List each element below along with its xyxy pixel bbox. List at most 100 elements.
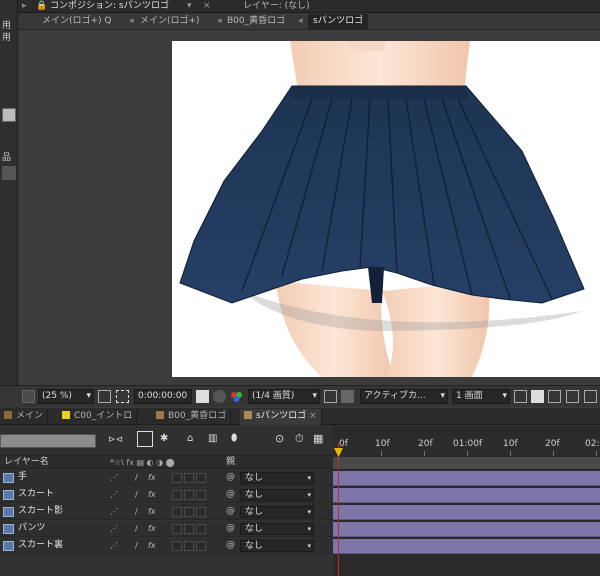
switch-box[interactable] — [196, 507, 206, 517]
breadcrumb-item-active[interactable]: sパンツロゴ — [308, 14, 369, 29]
layer-name[interactable]: スカート — [18, 487, 54, 502]
switch-box[interactable] — [184, 490, 194, 500]
camera-select[interactable]: アクティブカ... ▾ — [360, 389, 448, 404]
parent-select[interactable]: なし ▾ — [240, 506, 314, 518]
switch-box[interactable] — [172, 507, 182, 517]
layer-duration-bar[interactable] — [333, 471, 600, 486]
quality-switch-icon[interactable]: / — [135, 504, 138, 519]
layer-duration-bar[interactable] — [333, 539, 600, 554]
layer-row[interactable]: パンツ ⋰ / fx @ なし ▾ — [0, 521, 333, 537]
effect-switch[interactable]: fx — [148, 487, 156, 502]
camera-icon[interactable] — [196, 390, 209, 403]
close-icon[interactable]: × — [203, 0, 211, 13]
show-snapshot-icon[interactable] — [213, 390, 226, 403]
panel-menu-icon[interactable]: ▸ — [22, 0, 27, 13]
pickwhip-icon[interactable]: @ — [226, 470, 235, 485]
comp-mini-flowchart-icon[interactable]: ⊳⊲ — [108, 435, 123, 445]
shy-switch-icon[interactable]: ⋰ — [110, 470, 118, 485]
layer-duration-bar[interactable] — [333, 522, 600, 537]
quality-switch-icon[interactable]: / — [135, 521, 138, 536]
switch-box[interactable] — [172, 541, 182, 551]
effect-switch[interactable]: fx — [148, 504, 156, 519]
parent-select[interactable]: なし ▾ — [240, 472, 314, 484]
timeline-graph[interactable]: 0f 10f 20f 01:00f 10f 20f 02: — [333, 426, 600, 576]
resolution-select[interactable]: (1/4 画質) ▾ — [248, 389, 320, 404]
effect-switch[interactable]: fx — [148, 538, 156, 553]
switch-box[interactable] — [196, 541, 206, 551]
views-select[interactable]: 1 画面 ▾ — [452, 389, 510, 404]
layer-duration-bar[interactable] — [333, 488, 600, 503]
shy-switch-icon[interactable]: ⋰ — [110, 504, 118, 519]
always-preview-icon[interactable] — [22, 390, 35, 403]
tab-intro[interactable]: C00_イントロ — [58, 409, 138, 425]
quality-switch-icon[interactable]: / — [135, 487, 138, 502]
switch-box[interactable] — [172, 473, 182, 483]
comp-panel-title[interactable]: コンポジション: sパンツロゴ — [50, 0, 169, 13]
breadcrumb-item[interactable]: メイン(ロゴ+) — [140, 13, 200, 30]
timecode-field[interactable]: 0:00:00:00 — [134, 389, 192, 404]
project-field[interactable] — [2, 108, 16, 122]
layer-row[interactable]: 手 ⋰ / fx @ なし ▾ — [0, 470, 333, 486]
exposure-icon[interactable] — [584, 390, 597, 403]
motion-blur-icon[interactable]: ▥ — [208, 433, 217, 444]
layer-panel-tab[interactable]: レイヤー: (なし) — [243, 0, 310, 13]
effect-switch[interactable]: fx — [148, 470, 156, 485]
layer-name[interactable]: スカート裏 — [18, 538, 63, 553]
switch-box[interactable] — [196, 524, 206, 534]
color-channels-icon[interactable] — [230, 390, 243, 403]
layer-name-header[interactable]: レイヤー名 — [4, 456, 49, 469]
frame-blend-icon[interactable]: ⌂ — [187, 433, 193, 444]
tab-twilight-logo[interactable]: B00_黄昏ロゴ — [152, 409, 232, 425]
effect-switch[interactable]: fx — [148, 521, 156, 536]
shy-switch-icon[interactable]: ⋰ — [110, 521, 118, 536]
toggle-pixel-icon[interactable] — [514, 390, 527, 403]
timer-icon[interactable]: ⏱ — [295, 432, 304, 446]
switch-box[interactable] — [184, 524, 194, 534]
chart-icon[interactable]: ▦ — [313, 432, 323, 445]
breadcrumb-item[interactable]: メイン(ロゴ+) Q — [42, 13, 112, 30]
time-ruler[interactable]: 0f 10f 20f 01:00f 10f 20f 02: — [333, 436, 600, 456]
pickwhip-icon[interactable]: @ — [226, 504, 235, 519]
pickwhip-icon[interactable]: @ — [226, 521, 235, 536]
grid-icon[interactable] — [98, 390, 111, 403]
playhead-line[interactable] — [338, 443, 339, 576]
transparency-grid-icon[interactable] — [341, 390, 354, 403]
layer-row[interactable]: スカート ⋰ / fx @ なし ▾ — [0, 487, 333, 503]
pickwhip-icon[interactable]: @ — [226, 538, 235, 553]
flowchart-icon[interactable] — [566, 390, 579, 403]
switch-box[interactable] — [196, 490, 206, 500]
layer-row[interactable]: スカート影 ⋰ / fx @ なし ▾ — [0, 504, 333, 520]
search-field[interactable] — [0, 434, 96, 448]
switch-box[interactable] — [184, 473, 194, 483]
draft-3d-icon[interactable] — [137, 431, 153, 447]
fast-draft-icon[interactable] — [531, 390, 544, 403]
work-area-bar[interactable] — [333, 457, 600, 469]
parent-select[interactable]: なし ▾ — [240, 489, 314, 501]
layer-name[interactable]: パンツ — [18, 521, 45, 536]
layer-name[interactable]: 手 — [18, 470, 27, 485]
tab-pants-logo[interactable]: sパンツロゴ × — [240, 409, 322, 425]
parent-header[interactable]: 親 — [226, 456, 235, 469]
quality-switch-icon[interactable]: / — [135, 538, 138, 553]
close-icon[interactable]: × — [309, 411, 317, 421]
project-scroll[interactable] — [2, 166, 16, 180]
switch-box[interactable] — [196, 473, 206, 483]
hierarchy-icon[interactable]: 品 — [2, 150, 16, 164]
shy-switch-icon[interactable]: ⋰ — [110, 538, 118, 553]
region-of-interest-icon[interactable] — [116, 390, 129, 403]
layer-row[interactable]: スカート裏 ⋰ / fx @ なし ▾ — [0, 538, 333, 554]
shy-icon[interactable]: ✱ — [160, 433, 168, 444]
zoom-select[interactable]: (25 %) ▾ — [38, 389, 94, 404]
switch-box[interactable] — [184, 541, 194, 551]
layer-duration-bar[interactable] — [333, 505, 600, 520]
fast-preview-icon[interactable] — [324, 390, 337, 403]
switch-box[interactable] — [172, 524, 182, 534]
switch-box[interactable] — [184, 507, 194, 517]
lock-icon[interactable]: 🔒 — [36, 0, 47, 13]
switch-box[interactable] — [172, 490, 182, 500]
shy-switch-icon[interactable]: ⋰ — [110, 487, 118, 502]
timeline-icon[interactable] — [548, 390, 561, 403]
breadcrumb-item[interactable]: B00_黄昏ロゴ — [227, 13, 285, 30]
layer-name[interactable]: スカート影 — [18, 504, 63, 519]
parent-select[interactable]: なし ▾ — [240, 523, 314, 535]
